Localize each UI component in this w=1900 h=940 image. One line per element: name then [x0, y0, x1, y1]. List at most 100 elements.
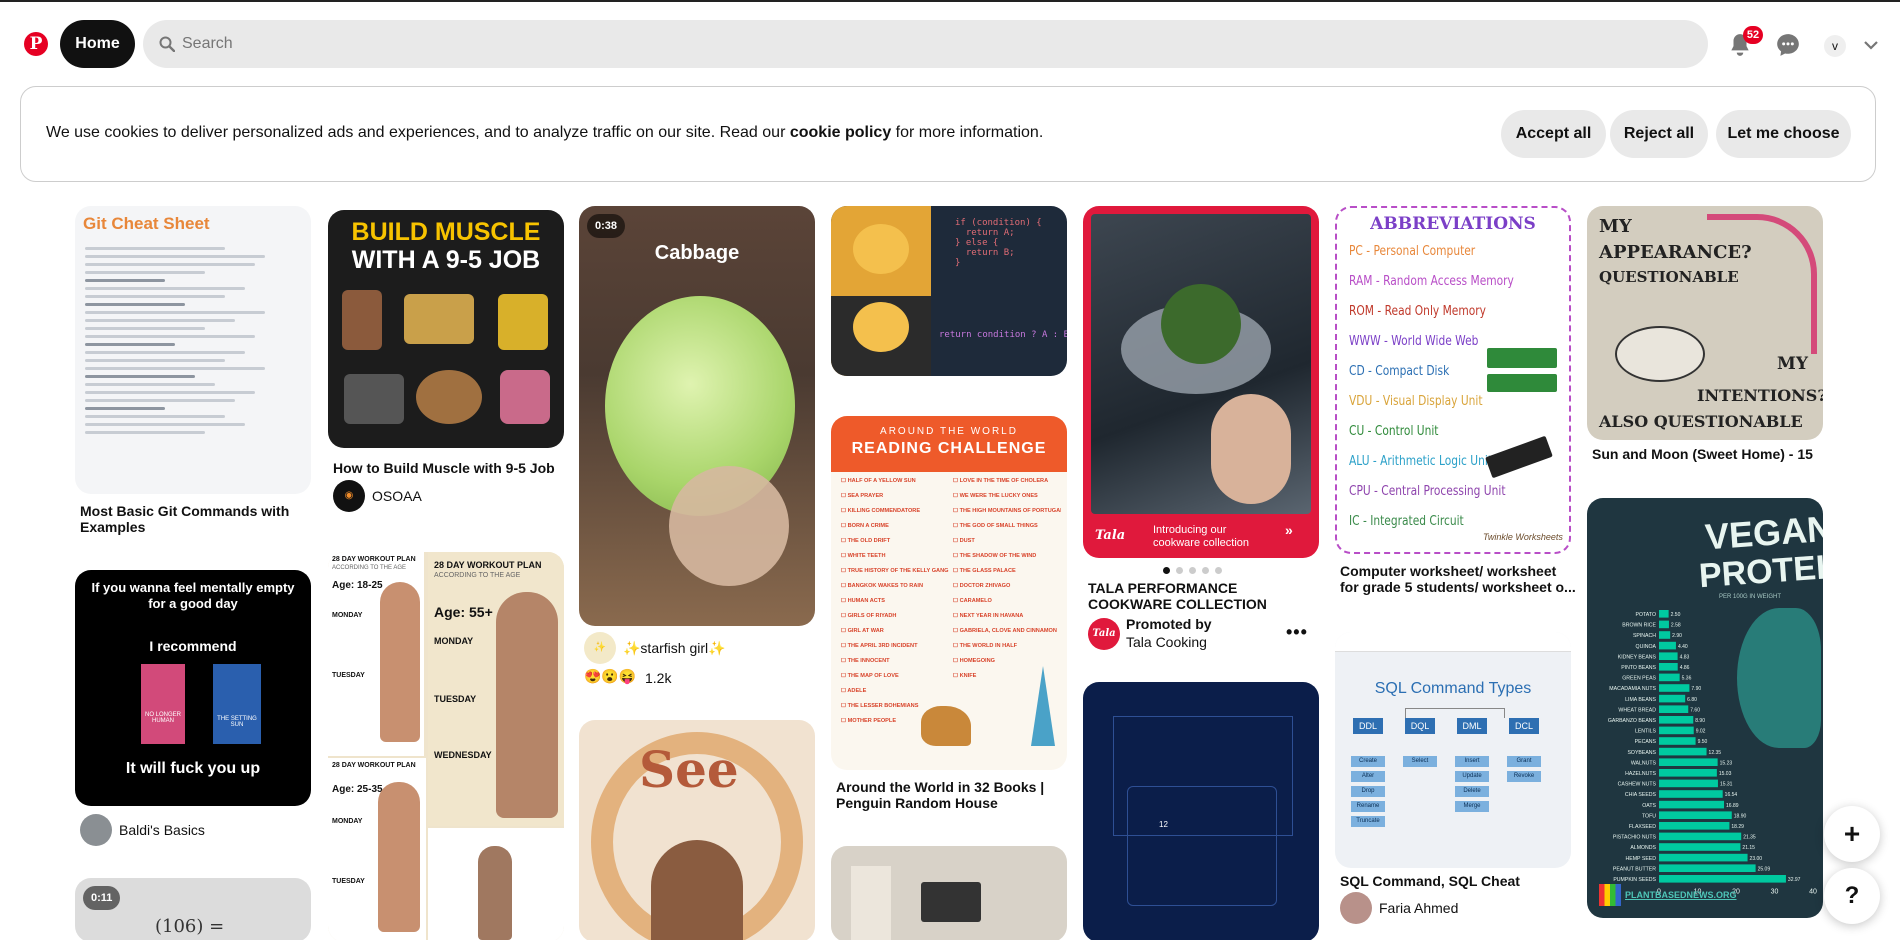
eiffel-tower-image: [1031, 666, 1055, 746]
reading-book: ☐ KILLING COMMENDATORE: [841, 508, 921, 514]
bar-value: 32.97: [1788, 877, 1801, 883]
bar-label: POTATO: [1636, 612, 1656, 618]
reading-book: ☐ DUST: [953, 538, 975, 544]
promoted-user[interactable]: Tala Cooking: [1126, 634, 1207, 650]
bar-value: 21.15: [1742, 845, 1755, 851]
pin-user[interactable]: Baldi's Basics: [80, 814, 205, 846]
profile-avatar[interactable]: v: [1824, 35, 1846, 57]
bar-label: LENTILS: [1635, 729, 1657, 735]
pin-image-git-cheat-sheet[interactable]: Git Cheat Sheet: [75, 206, 311, 494]
sql-toolbar: [1335, 632, 1571, 652]
pin-title[interactable]: SQL Command, SQL Cheat Sheet,...: [1340, 873, 1576, 891]
pin-title[interactable]: How to Build Muscle with 9-5 Job: [333, 460, 569, 478]
messages-icon[interactable]: [1775, 32, 1801, 58]
bar-value: 2.50: [1671, 612, 1681, 618]
cookie-policy-link[interactable]: cookie policy: [790, 124, 891, 141]
bar-value: 18.90: [1734, 813, 1747, 819]
chevron-down-icon[interactable]: [1864, 40, 1878, 50]
bar: [1659, 822, 1730, 830]
pin-title[interactable]: TALA PERFORMANCE COOKWARE COLLECTION: [1088, 580, 1324, 614]
reading-book: ☐ CARAMELO: [953, 598, 992, 604]
reading-book: ☐ BORN A CRIME: [841, 523, 889, 529]
bar: [1659, 811, 1732, 819]
pin-image-tala-cookware[interactable]: Tala Introducing our cookware collection…: [1083, 206, 1319, 558]
reading-book: ☐ THE OLD DRIFT: [841, 538, 891, 544]
sql-type-box: DML: [1457, 718, 1487, 734]
search-bar[interactable]: [143, 20, 1708, 68]
abbr-item: CPU - Central Processing Unit: [1349, 484, 1506, 499]
pin-image-blueprint[interactable]: 12: [1083, 682, 1319, 940]
pin-image-sql-commands[interactable]: SQL Command Types DDL Create Alter Drop Rena…: [1335, 632, 1571, 868]
sql-command: Delete: [1455, 786, 1489, 797]
home-button[interactable]: Home: [60, 20, 135, 68]
bar: [1659, 673, 1680, 682]
reactions-emoji[interactable]: 😍😮😝: [584, 668, 636, 685]
code-if-else: if (condition) { return A; } else { retu…: [955, 218, 1042, 268]
pin-image-vegan-protein[interactable]: VEGAN PROTEIN PER 100G IN WEIGHT POTATO 2…: [1587, 498, 1823, 918]
kangaroo-image: [921, 706, 971, 746]
bar-value: 16.89: [1726, 803, 1739, 809]
abbr-item: RAM - Random Access Memory: [1349, 274, 1514, 289]
pin-title[interactable]: Most Basic Git Commands with Examples: [80, 503, 316, 537]
pin-image-book-meme[interactable]: If you wanna feel mentally empty for a g…: [75, 570, 311, 806]
moon-text-1: MY: [1599, 216, 1632, 237]
pin-image-abbreviations[interactable]: ABBREVIATIONS PC - Personal Computer RAM …: [1335, 206, 1571, 554]
bar-label: WALNUTS: [1631, 760, 1657, 766]
sql-command: Grant: [1507, 756, 1541, 767]
pin-image-math-video[interactable]: 0:11 (106) =: [75, 878, 311, 940]
sql-command: Alter: [1351, 771, 1385, 782]
bar-label: PEANUT BUTTER: [1613, 866, 1656, 872]
reading-book: ☐ TRUE HISTORY OF THE KELLY GANG: [841, 568, 949, 574]
chart-footer: PLANTBASEDNEWS.ORG: [1625, 890, 1737, 900]
bar: [1659, 726, 1694, 735]
create-button[interactable]: +: [1824, 806, 1880, 862]
more-options-icon[interactable]: •••: [1286, 622, 1308, 643]
reading-book: ☐ THE HIGH MOUNTAINS OF PORTUGAL: [953, 508, 1061, 514]
spinach-image: [1161, 284, 1241, 364]
pin-image-room[interactable]: [831, 846, 1067, 940]
blueprint-window: [1127, 786, 1277, 906]
bar-label: GARBANZO BEANS: [1608, 718, 1657, 724]
search-input[interactable]: [182, 20, 1682, 68]
pin-title[interactable]: Sun and Moon (Sweet Home) - 15: [1592, 446, 1828, 464]
pinterest-logo-icon[interactable]: P: [24, 32, 48, 56]
reading-book: ☐ THE GLASS PALACE: [953, 568, 1016, 574]
pin-title[interactable]: Around the World in 32 Books | Penguin R…: [836, 779, 1072, 813]
abbr-item: PC - Personal Computer: [1349, 244, 1476, 259]
bar-value: 9.50: [1698, 739, 1708, 745]
help-button[interactable]: ?: [1824, 868, 1880, 924]
bar-value: 7.60: [1690, 707, 1700, 713]
sql-type-box: DCL: [1509, 718, 1539, 734]
reading-book: ☐ GABRIELA, CLOVE AND CINNAMON: [953, 628, 1057, 634]
bar-value: 7.90: [1691, 686, 1701, 692]
abbr-list: PC - Personal Computer RAM - Random Acces…: [1349, 244, 1550, 544]
tala-avatar[interactable]: Tala: [1088, 618, 1120, 650]
meme-line3: It will fuck you up: [125, 760, 261, 777]
pin-title[interactable]: Computer worksheet/ worksheet for grade …: [1340, 563, 1576, 597]
accept-all-button[interactable]: Accept all: [1501, 110, 1606, 158]
sql-command: Select: [1403, 756, 1437, 767]
pin-user[interactable]: ✨ ✨starfish girl✨: [584, 632, 726, 664]
pin-image-reading-challenge[interactable]: AROUND THE WORLD READING CHALLENGE ☐ HAL…: [831, 416, 1067, 770]
reading-book: ☐ ADÈLE: [841, 688, 867, 694]
pin-image-sun-moon[interactable]: MY APPEARANCE? QUESTIONABLE MY INTENTION…: [1587, 206, 1823, 440]
pin-user[interactable]: ◉ OSOAA: [333, 480, 422, 512]
pin-image-code-meme[interactable]: if (condition) { return A; } else { retu…: [831, 206, 1067, 376]
carousel-dots[interactable]: [1163, 567, 1222, 574]
pin-image-build-muscle[interactable]: BUILD MUSCLE WITH A 9-5 JOB: [328, 210, 564, 448]
bar: [1659, 853, 1748, 862]
monitor-image: [921, 882, 981, 922]
bar: [1659, 800, 1725, 809]
pin-video-cabbage[interactable]: 0:38 Cabbage: [579, 206, 815, 626]
sql-command: Insert: [1455, 756, 1489, 767]
pin-user[interactable]: Faria Ahmed: [1340, 892, 1458, 924]
pin-image-workout-plan[interactable]: 28 DAY WORKOUT PLAN ACCORDING TO THE AGE…: [328, 552, 564, 940]
moon-text-6: ALSO QUESTIONABLE: [1599, 412, 1803, 431]
athlete-figure-2: [496, 592, 558, 818]
let-me-choose-button[interactable]: Let me choose: [1716, 110, 1851, 158]
pin-image-see[interactable]: See: [579, 720, 815, 940]
reject-all-button[interactable]: Reject all: [1610, 110, 1708, 158]
bar-label: WHEAT BREAD: [1618, 707, 1656, 713]
pooh-image: [831, 206, 931, 376]
bar: [1659, 779, 1718, 788]
